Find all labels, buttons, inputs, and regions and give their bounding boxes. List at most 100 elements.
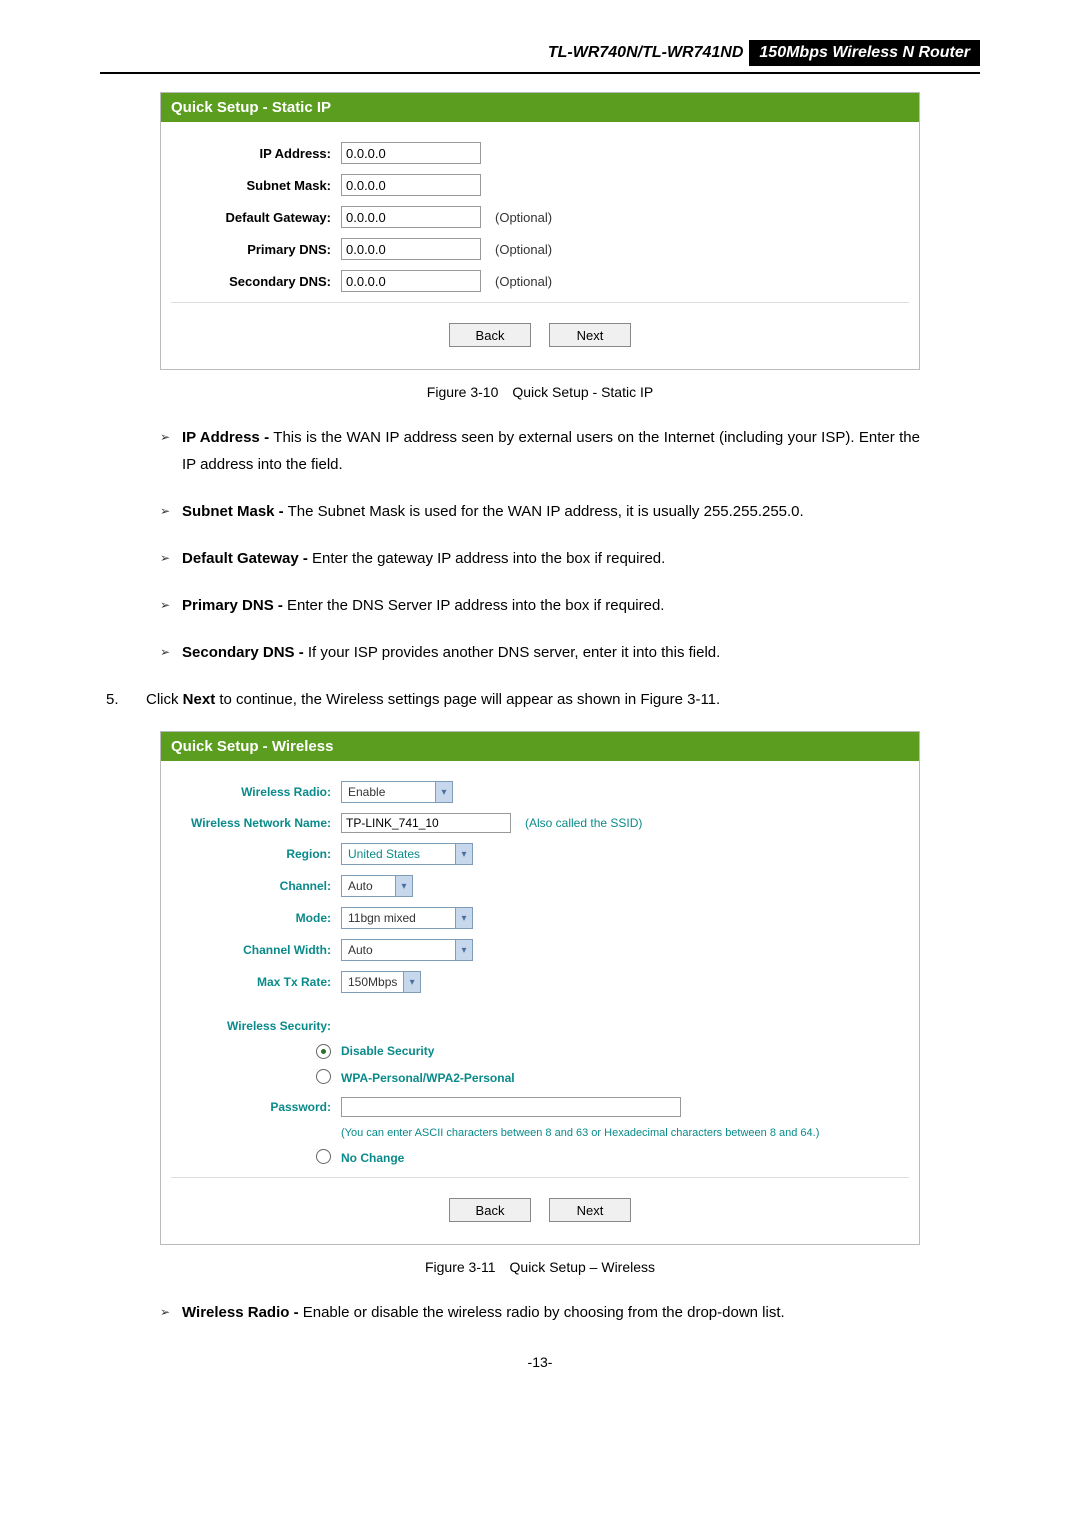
field-row: Secondary DNS: (Optional) (171, 270, 909, 292)
panel-body: IP Address: Subnet Mask: Default Gateway… (161, 122, 919, 369)
field-row: Wireless Radio: Enable▾ (171, 781, 909, 803)
primary-dns-input[interactable] (341, 238, 481, 260)
field-label: Primary DNS: (171, 242, 341, 257)
default-gateway-input[interactable] (341, 206, 481, 228)
numbered-step: 5. Click Next to continue, the Wireless … (100, 686, 980, 713)
bullet-text: Subnet Mask - The Subnet Mask is used fo… (182, 498, 920, 525)
model-label: TL-WR740N/TL-WR741ND (100, 44, 749, 62)
field-note: (Optional) (495, 242, 552, 257)
secondary-dns-input[interactable] (341, 270, 481, 292)
bullet-item: ➢Primary DNS - Enter the DNS Server IP a… (160, 592, 920, 619)
channel-select[interactable]: Auto▾ (341, 875, 413, 897)
field-label: Wireless Radio: (171, 785, 341, 799)
bullet-list: ➢Wireless Radio - Enable or disable the … (100, 1299, 980, 1326)
header-rule (100, 72, 980, 74)
panel-title: Quick Setup - Wireless (161, 732, 919, 761)
field-label: Wireless Security: (171, 1019, 341, 1033)
bullet-text: Primary DNS - Enter the DNS Server IP ad… (182, 592, 920, 619)
field-label: Mode: (171, 911, 341, 925)
region-select[interactable]: United States▾ (341, 843, 473, 865)
field-label: Channel Width: (171, 943, 341, 957)
subnet-mask-input[interactable] (341, 174, 481, 196)
chevron-down-icon: ▾ (455, 844, 472, 864)
bullet-item: ➢Secondary DNS - If your ISP provides an… (160, 639, 920, 666)
field-label: Wireless Network Name: (171, 816, 341, 830)
panel-separator (171, 302, 909, 303)
field-row: Channel: Auto▾ (171, 875, 909, 897)
option-label: No Change (341, 1151, 404, 1165)
option-label: WPA-Personal/WPA2-Personal (341, 1071, 515, 1085)
next-button[interactable]: Next (549, 323, 631, 347)
wireless-radio-select[interactable]: Enable▾ (341, 781, 453, 803)
field-note: (Also called the SSID) (525, 816, 642, 830)
bullet-list: ➢IP Address - This is the WAN IP address… (100, 424, 980, 666)
chevron-down-icon: ▾ (455, 940, 472, 960)
bullet-text: Default Gateway - Enter the gateway IP a… (182, 545, 920, 572)
button-row: Back Next (171, 1186, 909, 1238)
chevron-right-icon: ➢ (160, 498, 182, 525)
field-label: Default Gateway: (171, 210, 341, 225)
figure-caption: Figure 3-11 Quick Setup – Wireless (100, 1259, 980, 1275)
field-note: (Optional) (495, 274, 552, 289)
mode-select[interactable]: 11bgn mixed▾ (341, 907, 473, 929)
bullet-text: Secondary DNS - If your ISP provides ano… (182, 639, 920, 666)
field-row: Password: (171, 1097, 909, 1117)
product-label: 150Mbps Wireless N Router (749, 40, 980, 66)
bullet-item: ➢IP Address - This is the WAN IP address… (160, 424, 920, 478)
field-label: Channel: (171, 879, 341, 893)
field-row: IP Address: (171, 142, 909, 164)
page-header: TL-WR740N/TL-WR741ND 150Mbps Wireless N … (100, 40, 980, 66)
field-row: Channel Width: Auto▾ (171, 939, 909, 961)
password-input[interactable] (341, 1097, 681, 1117)
field-row: Wireless Network Name: (Also called the … (171, 813, 909, 833)
ssid-input[interactable] (341, 813, 511, 833)
field-row: Region: United States▾ (171, 843, 909, 865)
back-button[interactable]: Back (449, 323, 531, 347)
button-row: Back Next (171, 311, 909, 363)
bullet-item: ➢Wireless Radio - Enable or disable the … (160, 1299, 920, 1326)
chevron-right-icon: ➢ (160, 1299, 182, 1326)
radio-no-change[interactable] (316, 1149, 331, 1164)
field-row: Max Tx Rate: 150Mbps▾ (171, 971, 909, 993)
bullet-text: Wireless Radio - Enable or disable the w… (182, 1299, 920, 1326)
field-label: Password: (171, 1100, 341, 1114)
bullet-item: ➢Subnet Mask - The Subnet Mask is used f… (160, 498, 920, 525)
panel-body: Wireless Radio: Enable▾ Wireless Network… (161, 761, 919, 1244)
chevron-down-icon: ▾ (435, 782, 452, 802)
bullet-item: ➢Default Gateway - Enter the gateway IP … (160, 545, 920, 572)
field-label: IP Address: (171, 146, 341, 161)
bullet-text: IP Address - This is the WAN IP address … (182, 424, 920, 478)
document-page: TL-WR740N/TL-WR741ND 150Mbps Wireless N … (0, 0, 1080, 1410)
field-label: Subnet Mask: (171, 178, 341, 193)
password-hint: (You can enter ASCII characters between … (341, 1127, 909, 1139)
chevron-down-icon: ▾ (395, 876, 412, 896)
field-row: Subnet Mask: (171, 174, 909, 196)
field-row: Default Gateway: (Optional) (171, 206, 909, 228)
field-row: Mode: 11bgn mixed▾ (171, 907, 909, 929)
chevron-down-icon: ▾ (455, 908, 472, 928)
channel-width-select[interactable]: Auto▾ (341, 939, 473, 961)
chevron-right-icon: ➢ (160, 639, 182, 666)
max-tx-select[interactable]: 150Mbps▾ (341, 971, 421, 993)
radio-disable-security[interactable] (316, 1044, 331, 1059)
next-button[interactable]: Next (549, 1198, 631, 1222)
security-heading: Wireless Security: (171, 1019, 909, 1033)
chevron-right-icon: ➢ (160, 424, 182, 478)
static-ip-panel: Quick Setup - Static IP IP Address: Subn… (160, 92, 920, 370)
field-label: Secondary DNS: (171, 274, 341, 289)
field-note: (Optional) (495, 210, 552, 225)
wireless-panel: Quick Setup - Wireless Wireless Radio: E… (160, 731, 920, 1245)
field-label: Max Tx Rate: (171, 975, 341, 989)
radio-wpa[interactable] (316, 1069, 331, 1084)
chevron-right-icon: ➢ (160, 545, 182, 572)
security-option: No Change (171, 1149, 909, 1167)
panel-title: Quick Setup - Static IP (161, 93, 919, 122)
step-number: 5. (100, 686, 146, 713)
page-number: -13- (100, 1354, 980, 1370)
back-button[interactable]: Back (449, 1198, 531, 1222)
chevron-right-icon: ➢ (160, 592, 182, 619)
field-label: Region: (171, 847, 341, 861)
ip-address-input[interactable] (341, 142, 481, 164)
chevron-down-icon: ▾ (403, 972, 420, 992)
panel-separator (171, 1177, 909, 1178)
